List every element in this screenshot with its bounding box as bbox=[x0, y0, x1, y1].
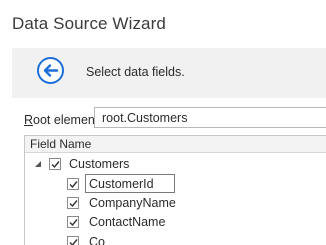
checkmark-icon bbox=[69, 181, 78, 189]
field-tree-grid: Field Name Customers CustomerId CompanyN… bbox=[24, 135, 326, 245]
checkmark-icon bbox=[51, 161, 60, 169]
customers-checkbox[interactable] bbox=[49, 158, 61, 170]
tree-row-customerid[interactable]: CustomerId bbox=[25, 174, 326, 194]
data-source-wizard-window: Data Source Wizard Select data fields. R… bbox=[0, 0, 326, 245]
tree-row-label: ContactName bbox=[89, 215, 166, 229]
checkmark-icon bbox=[69, 239, 78, 245]
tree-row-companyname[interactable]: CompanyName bbox=[25, 193, 326, 213]
checkmark-icon bbox=[69, 200, 78, 208]
contactname-checkbox[interactable] bbox=[67, 216, 79, 228]
tree-row-label: CustomerId bbox=[89, 177, 154, 191]
tree-row-label: Customers bbox=[69, 157, 130, 171]
customerid-checkbox[interactable] bbox=[67, 178, 79, 190]
companyname-checkbox[interactable] bbox=[67, 197, 79, 209]
circle-arrow-left-icon bbox=[37, 57, 64, 84]
root-element-input[interactable]: root.Customers bbox=[94, 107, 326, 128]
tree-row-label: CompanyName bbox=[89, 196, 176, 210]
checkmark-icon bbox=[69, 219, 78, 227]
partial-row-checkbox[interactable] bbox=[67, 236, 79, 245]
tree-row-partial[interactable]: Co bbox=[25, 232, 326, 245]
root-element-label: Root element: bbox=[24, 113, 102, 127]
window-title: Data Source Wizard bbox=[12, 14, 166, 33]
field-name-column-header[interactable]: Field Name bbox=[25, 136, 326, 153]
tree-row-customers[interactable]: Customers bbox=[25, 154, 326, 174]
tree-row-contactname[interactable]: ContactName bbox=[25, 212, 326, 232]
wizard-page-header: Select data fields. bbox=[12, 48, 326, 98]
tree-row-label: Co bbox=[89, 235, 105, 245]
expand-triangle-icon[interactable] bbox=[34, 160, 42, 168]
back-button[interactable] bbox=[36, 56, 65, 85]
page-instruction: Select data fields. bbox=[86, 65, 185, 79]
